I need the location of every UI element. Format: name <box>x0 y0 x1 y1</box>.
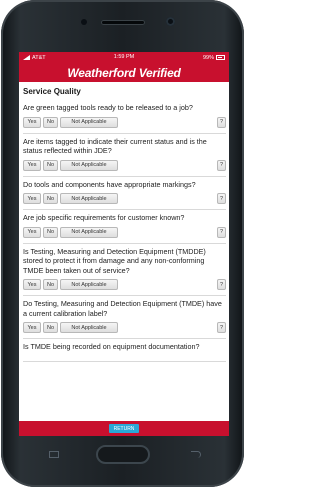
back-key[interactable] <box>191 451 203 459</box>
help-button[interactable]: ? <box>217 193 226 204</box>
no-button[interactable]: No <box>43 193 58 204</box>
no-button[interactable]: No <box>43 116 58 128</box>
yes-button[interactable]: Yes <box>23 279 41 290</box>
phone-frame: AT&T 1:59 PM 99% Weatherford Verified Se… <box>1 0 244 487</box>
app-header: Weatherford Verified <box>19 63 229 82</box>
no-button[interactable]: No <box>43 279 58 290</box>
section-title: Service Quality <box>23 87 81 96</box>
help-button[interactable]: ? <box>217 226 226 238</box>
question-item: Do Testing, Measuring and Detection Equi… <box>23 296 226 339</box>
question-text: Is Testing, Measuring and Detection Equi… <box>23 246 206 275</box>
no-button[interactable]: No <box>43 322 58 333</box>
answer-buttons: Yes No Not Applicable? <box>23 193 226 204</box>
not-applicable-button[interactable]: Not Applicable <box>60 193 118 204</box>
question-list: Service Quality Are green tagged tools r… <box>19 82 229 362</box>
answer-buttons: Yes No Not Applicable? <box>23 226 226 238</box>
return-button[interactable]: RETURN <box>108 424 140 433</box>
brand-logo: Weatherford Verified <box>67 65 181 80</box>
battery-icon <box>216 55 225 60</box>
not-applicable-button[interactable]: Not Applicable <box>60 159 118 171</box>
answer-buttons: Yes No Not Applicable? <box>23 279 226 290</box>
answer-buttons: Yes No Not Applicable? <box>23 322 226 333</box>
yes-button[interactable]: Yes <box>23 116 41 128</box>
question-item: Are green tagged tools ready to be relea… <box>23 100 226 134</box>
question-item: Is Testing, Measuring and Detection Equi… <box>23 244 226 296</box>
recent-apps-key[interactable] <box>49 451 61 459</box>
app-screen: AT&T 1:59 PM 99% Weatherford Verified Se… <box>19 52 229 436</box>
answer-buttons: Yes No Not Applicable? <box>23 159 226 171</box>
yes-button[interactable]: Yes <box>23 193 41 204</box>
not-applicable-button[interactable]: Not Applicable <box>60 322 118 333</box>
footer-bar: RETURN <box>19 421 229 436</box>
clock: 1:59 PM <box>113 54 135 60</box>
question-text: Do tools and components have appropriate… <box>23 179 196 189</box>
no-button[interactable]: No <box>43 159 58 171</box>
question-text: Are green tagged tools ready to be relea… <box>23 103 193 112</box>
help-button[interactable]: ? <box>217 116 226 128</box>
yes-button[interactable]: Yes <box>23 226 41 238</box>
help-button[interactable]: ? <box>217 322 226 333</box>
home-button[interactable] <box>96 445 150 464</box>
yes-button[interactable]: Yes <box>23 159 41 171</box>
not-applicable-button[interactable]: Not Applicable <box>60 116 118 128</box>
question-item: Are items tagged to indicate their curre… <box>23 134 226 177</box>
answer-buttons: Yes No Not Applicable? <box>23 116 226 128</box>
question-item: Are job specific requirements for custom… <box>23 210 226 244</box>
question-item: Do tools and components have appropriate… <box>23 177 226 210</box>
question-text: Are job specific requirements for custom… <box>23 213 185 222</box>
question-text: Are items tagged to indicate their curre… <box>23 136 207 156</box>
help-button[interactable]: ? <box>217 159 226 171</box>
front-camera <box>166 17 175 26</box>
question-text: Do Testing, Measuring and Detection Equi… <box>23 299 222 318</box>
not-applicable-button[interactable]: Not Applicable <box>60 226 118 238</box>
question-item: Is TMDE being recorded on equipment docu… <box>23 339 226 362</box>
no-button[interactable]: No <box>43 226 58 238</box>
yes-button[interactable]: Yes <box>23 322 41 333</box>
help-button[interactable]: ? <box>217 279 226 290</box>
not-applicable-button[interactable]: Not Applicable <box>60 279 118 290</box>
status-bar: AT&T 1:59 PM 99% <box>19 52 229 63</box>
proximity-sensor <box>81 19 87 25</box>
earpiece-speaker <box>101 20 145 25</box>
question-text: Is TMDE being recorded on equipment docu… <box>23 342 200 351</box>
